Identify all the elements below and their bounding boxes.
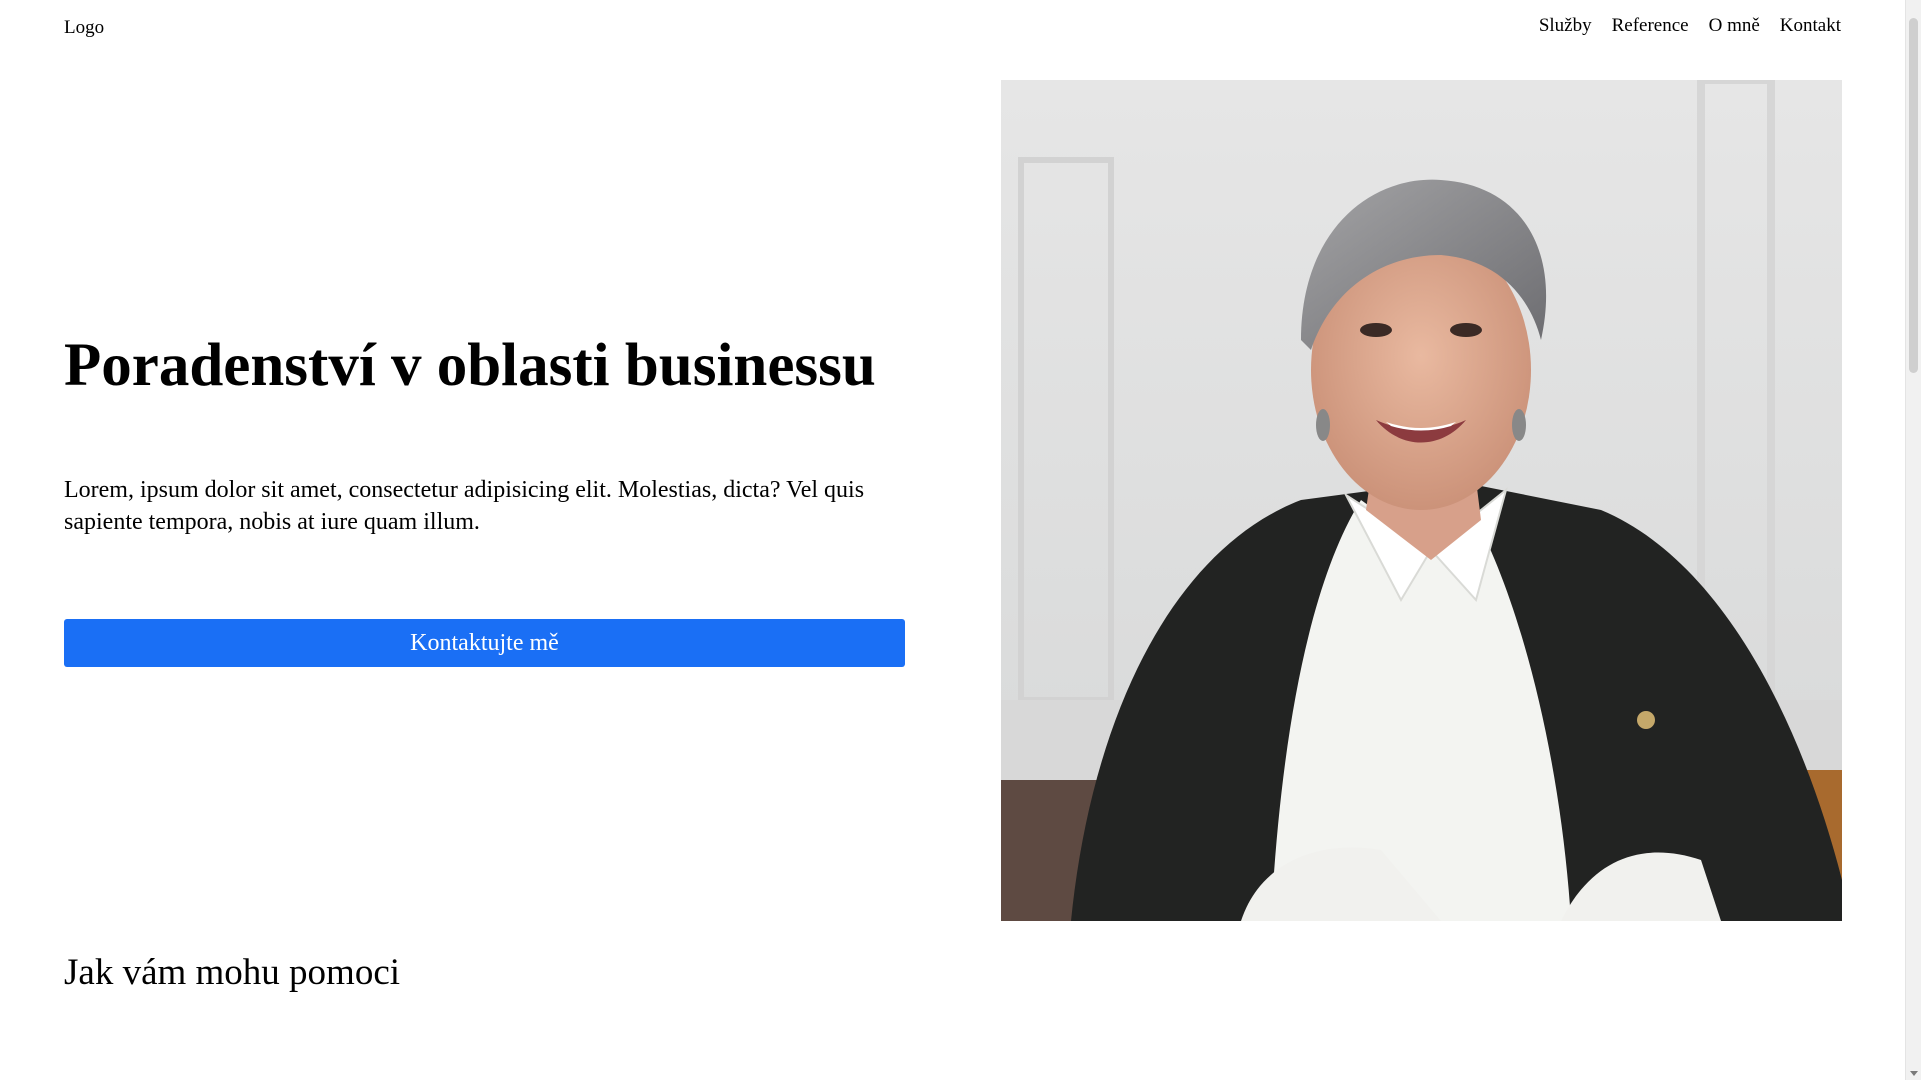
hero-title: Poradenství v oblasti businessu [64, 332, 876, 399]
vertical-scrollbar[interactable] [1905, 0, 1921, 1080]
nav-link-reference[interactable]: Reference [1612, 13, 1689, 39]
scrollbar-thumb[interactable] [1909, 18, 1918, 373]
portrait-illustration [1001, 80, 1842, 921]
contact-button[interactable]: Kontaktujte mě [64, 619, 905, 667]
nav-link-o-mne[interactable]: O mně [1709, 13, 1760, 39]
scroll-down-arrow-icon[interactable] [1910, 1071, 1918, 1076]
nav-link-sluzby[interactable]: Služby [1539, 13, 1592, 39]
page: Logo Služby Reference O mně Kontakt Pora… [0, 0, 1921, 1080]
hero-portrait-image [1001, 80, 1842, 921]
services-section-title: Jak vám mohu pomoci [64, 952, 401, 993]
hero-description: Lorem, ipsum dolor sit amet, consectetur… [64, 477, 865, 535]
main-nav: Služby Reference O mně Kontakt [1539, 13, 1841, 39]
nav-link-kontakt[interactable]: Kontakt [1780, 13, 1841, 39]
logo[interactable]: Logo [64, 15, 104, 41]
